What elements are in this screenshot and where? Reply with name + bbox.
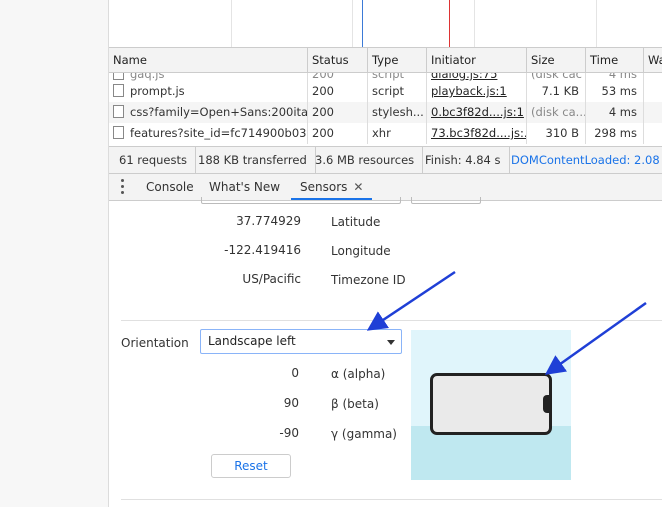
overview-gridline bbox=[474, 0, 475, 47]
summary-requests: 61 requests bbox=[111, 147, 196, 173]
file-icon bbox=[113, 73, 124, 80]
request-type: stylesh... bbox=[368, 102, 427, 123]
section-divider bbox=[121, 320, 662, 321]
request-name: gaq.js bbox=[130, 73, 165, 81]
timezone-value[interactable]: US/Pacific bbox=[181, 272, 301, 286]
request-time: 298 ms bbox=[586, 123, 644, 144]
chevron-down-icon bbox=[387, 340, 395, 345]
latitude-label: Latitude bbox=[331, 215, 381, 229]
overview-dcl-marker bbox=[362, 0, 363, 47]
summary-transferred: 188 KB transferred bbox=[190, 147, 316, 173]
tab-console[interactable]: Console bbox=[146, 174, 194, 200]
request-name: prompt.js bbox=[130, 84, 185, 98]
alpha-value[interactable]: 0 bbox=[179, 366, 299, 380]
network-table-header: Name Status Type Initiator Size Time Wa bbox=[109, 48, 662, 73]
file-icon bbox=[113, 126, 124, 139]
column-initiator-header[interactable]: Initiator bbox=[427, 48, 527, 72]
beta-label: β (beta) bbox=[331, 397, 379, 411]
column-size-header[interactable]: Size bbox=[527, 48, 586, 72]
page-left-area bbox=[0, 0, 109, 507]
latitude-value[interactable]: 37.774929 bbox=[181, 214, 301, 228]
column-status-header[interactable]: Status bbox=[308, 48, 368, 72]
request-name: features?site_id=fc714900b03... bbox=[130, 126, 308, 140]
request-type: xhr bbox=[368, 123, 427, 144]
close-icon[interactable]: ✕ bbox=[353, 180, 363, 194]
request-size: 7.1 KB bbox=[527, 81, 586, 102]
overview-gridline bbox=[596, 0, 597, 47]
request-initiator-link[interactable]: 73.bc3f82d....js:... bbox=[427, 123, 527, 144]
summary-domcontentloaded: DOMContentLoaded: 2.08 s bbox=[511, 153, 662, 167]
column-time-header[interactable]: Time bbox=[586, 48, 644, 72]
request-status: 200 bbox=[308, 81, 368, 102]
network-table-body: gaq.js 200 script dialog.js:75 (disk cac… bbox=[109, 73, 662, 145]
request-time: 4 ms bbox=[586, 102, 644, 123]
orientation-preview[interactable] bbox=[411, 330, 571, 480]
table-row[interactable]: css?family=Open+Sans:200ital... 200 styl… bbox=[109, 102, 662, 123]
beta-value[interactable]: 90 bbox=[179, 396, 299, 410]
summary-finish: Finish: 4.84 s bbox=[417, 147, 510, 173]
longitude-label: Longitude bbox=[331, 244, 391, 258]
network-summary-bar: 61 requests 188 KB transferred 3.6 MB re… bbox=[109, 146, 662, 174]
overview-gridline bbox=[231, 0, 232, 47]
request-time: 53 ms bbox=[586, 81, 644, 102]
tab-sensors-label: Sensors bbox=[300, 180, 348, 194]
request-type: script bbox=[368, 81, 427, 102]
location-select[interactable] bbox=[201, 197, 401, 204]
gamma-value[interactable]: -90 bbox=[179, 426, 299, 440]
timezone-label: Timezone ID bbox=[331, 273, 406, 287]
network-overview[interactable] bbox=[109, 0, 662, 48]
column-type-header[interactable]: Type bbox=[368, 48, 427, 72]
overview-gridline bbox=[352, 0, 353, 47]
request-status: 200 bbox=[308, 123, 368, 144]
file-icon bbox=[113, 105, 124, 118]
longitude-value[interactable]: -122.419416 bbox=[181, 243, 301, 257]
request-name: css?family=Open+Sans:200ital... bbox=[130, 105, 308, 119]
section-divider bbox=[121, 499, 662, 500]
summary-resources: 3.6 MB resources bbox=[307, 147, 424, 173]
sensors-panel: 37.774929 Latitude -122.419416 Longitude… bbox=[109, 197, 662, 507]
table-row[interactable]: features?site_id=fc714900b03... 200 xhr … bbox=[109, 123, 662, 144]
request-size: 310 B bbox=[527, 123, 586, 144]
request-initiator-link[interactable]: 0.bc3f82d....js:1 bbox=[427, 102, 527, 123]
table-row[interactable]: prompt.js 200 script playback.js:1 7.1 K… bbox=[109, 81, 662, 102]
request-status: 200 bbox=[308, 102, 368, 123]
phone-model-icon[interactable] bbox=[430, 373, 552, 435]
request-initiator-link[interactable]: playback.js:1 bbox=[427, 81, 527, 102]
request-size: (disk ca... bbox=[527, 102, 586, 123]
location-manage-button[interactable] bbox=[411, 197, 481, 204]
orientation-select[interactable]: Landscape left bbox=[200, 329, 402, 354]
column-waterfall-header[interactable]: Wa bbox=[644, 48, 662, 72]
column-name-header[interactable]: Name bbox=[109, 48, 308, 72]
file-icon bbox=[113, 84, 124, 97]
devtools-panel: Name Status Type Initiator Size Time Wa … bbox=[109, 0, 662, 507]
more-menu-icon[interactable] bbox=[121, 179, 125, 195]
orientation-selected-value: Landscape left bbox=[208, 334, 296, 348]
phone-notch bbox=[543, 395, 552, 413]
orientation-label: Orientation bbox=[121, 336, 189, 350]
alpha-label: α (alpha) bbox=[331, 367, 386, 381]
overview-load-marker bbox=[449, 0, 450, 47]
gamma-label: γ (gamma) bbox=[331, 427, 397, 441]
reset-button[interactable]: Reset bbox=[211, 454, 291, 478]
